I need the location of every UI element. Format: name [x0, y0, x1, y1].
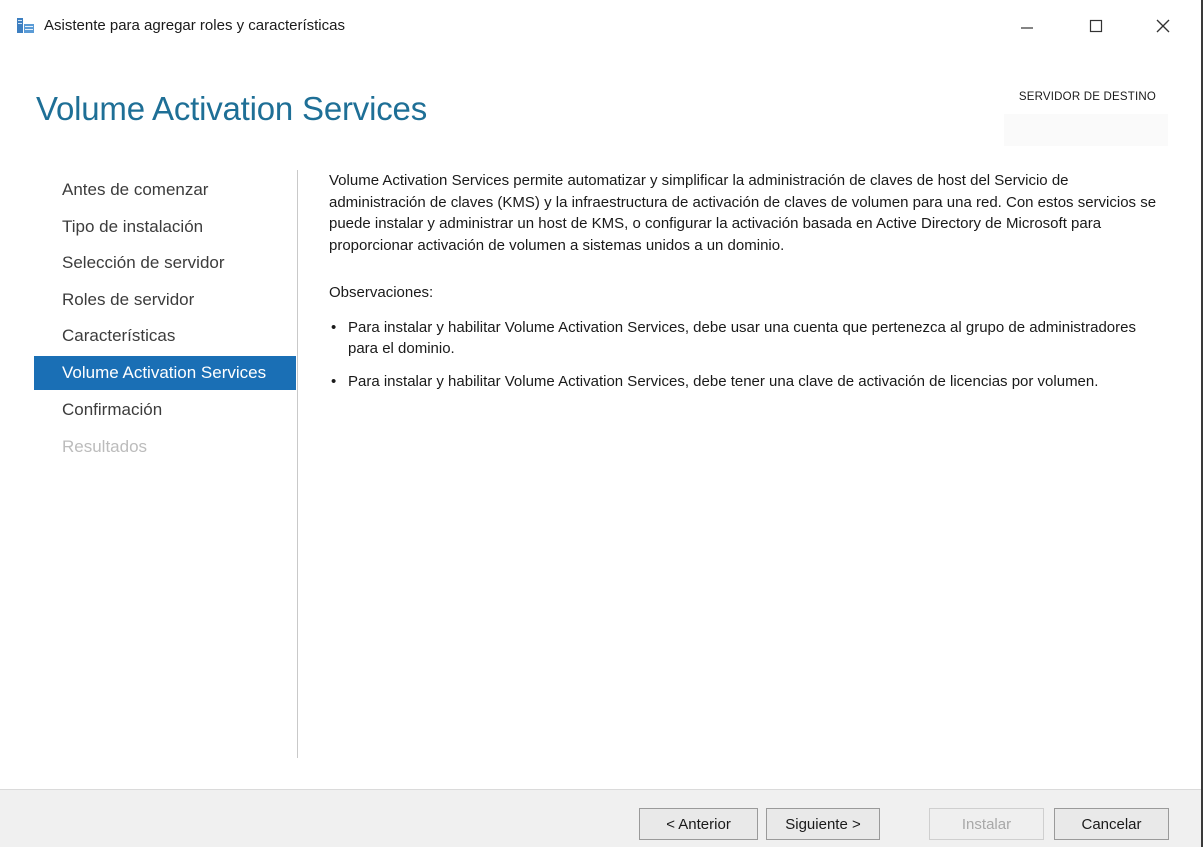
note-text: Para instalar y habilitar Volume Activat…: [348, 318, 1136, 358]
note-text: Para instalar y habilitar Volume Activat…: [348, 372, 1099, 390]
bullet-symbol: •: [331, 372, 337, 390]
cancel-button[interactable]: Cancelar: [1054, 808, 1169, 840]
close-icon: [1156, 19, 1170, 33]
list-item: • Para instalar y habilitar Volume Activ…: [329, 317, 1169, 360]
title-bar[interactable]: Asistente para agregar roles y caracterí…: [0, 0, 1201, 52]
minimize-icon: [1021, 27, 1033, 29]
next-button[interactable]: Siguiente >: [766, 808, 880, 840]
maximize-icon: [1089, 19, 1103, 33]
sidebar-item-confirmacion[interactable]: Confirmación: [34, 392, 296, 429]
footer-bar: < Anterior Siguiente > Instalar Cancelar: [0, 789, 1201, 847]
sidebar-item-caracteristicas[interactable]: Características: [34, 318, 296, 355]
wizard-window: Asistente para agregar roles y caracterí…: [0, 0, 1203, 847]
install-button: Instalar: [929, 808, 1044, 840]
notes-list: • Para instalar y habilitar Volume Activ…: [329, 317, 1169, 393]
destination-server-value: [1004, 114, 1168, 146]
bullet-symbol: •: [331, 318, 337, 336]
sidebar-item-tipo-de-instalacion[interactable]: Tipo de instalación: [34, 209, 296, 246]
sidebar-item-roles-de-servidor[interactable]: Roles de servidor: [34, 282, 296, 319]
window-title: Asistente para agregar roles y caracterí…: [44, 17, 345, 34]
server-manager-icon: [17, 18, 34, 33]
destination-server-label: SERVIDOR DE DESTINO: [1018, 91, 1156, 103]
sidebar-item-volume-activation-services[interactable]: Volume Activation Services: [34, 355, 296, 390]
sidebar-item-seleccion-de-servidor[interactable]: Selección de servidor: [34, 245, 296, 282]
page-title: Volume Activation Services: [36, 90, 427, 127]
list-item: • Para instalar y habilitar Volume Activ…: [329, 371, 1169, 393]
close-button[interactable]: [1140, 8, 1186, 44]
wizard-steps-nav: Antes de comenzar Tipo de instalación Sele…: [34, 172, 296, 465]
sidebar-item-resultados: Resultados: [62, 436, 148, 456]
sidebar-item-antes-de-comenzar[interactable]: Antes de comenzar: [34, 172, 296, 209]
notes-heading: Observaciones:: [329, 284, 434, 301]
intro-text: Volume Activation Services permite autom…: [329, 172, 1157, 254]
minimize-button[interactable]: [1004, 8, 1050, 44]
content-pane: Volume Activation Services permite autom…: [329, 170, 1169, 403]
previous-button[interactable]: < Anterior: [639, 808, 758, 840]
nav-divider: [297, 170, 298, 758]
maximize-button[interactable]: [1073, 8, 1119, 44]
